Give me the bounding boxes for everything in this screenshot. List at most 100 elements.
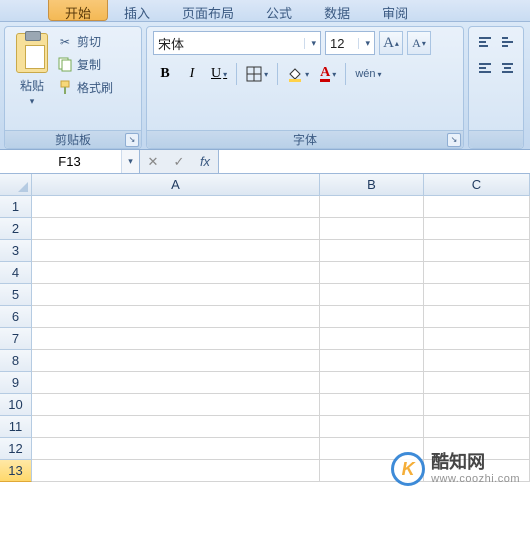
row-header[interactable]: 10 <box>0 394 32 416</box>
cell[interactable] <box>320 284 424 306</box>
border-button[interactable] <box>242 61 272 87</box>
cell[interactable] <box>320 372 424 394</box>
cell[interactable] <box>424 372 530 394</box>
tab-insert[interactable]: 插入 <box>108 0 166 21</box>
format-painter-button[interactable]: 格式刷 <box>57 79 113 96</box>
column-header[interactable]: A <box>32 174 320 196</box>
fx-button[interactable]: fx <box>192 154 218 169</box>
cell[interactable] <box>32 262 320 284</box>
cell[interactable] <box>32 460 320 482</box>
cell[interactable] <box>424 218 530 240</box>
cut-button[interactable]: ✂ 剪切 <box>57 33 113 50</box>
phonetic-button[interactable]: wén <box>351 61 385 87</box>
cell[interactable] <box>320 438 424 460</box>
row-header[interactable]: 2 <box>0 218 32 240</box>
group-alignment-label <box>469 130 523 148</box>
spreadsheet-grid: A B C 12345678910111213 <box>0 174 530 482</box>
shrink-font-button[interactable]: A▾ <box>407 31 431 55</box>
cell[interactable] <box>424 416 530 438</box>
font-color-icon: A <box>320 67 330 82</box>
row-header[interactable]: 13 <box>0 460 32 482</box>
underline-button[interactable]: U <box>207 61 231 87</box>
cell[interactable] <box>32 218 320 240</box>
cell[interactable] <box>32 196 320 218</box>
cut-label: 剪切 <box>77 33 101 50</box>
font-launcher-icon[interactable]: ↘ <box>447 133 461 147</box>
row-header[interactable]: 3 <box>0 240 32 262</box>
cell[interactable] <box>424 328 530 350</box>
row-header[interactable]: 7 <box>0 328 32 350</box>
row-header[interactable]: 9 <box>0 372 32 394</box>
tab-data[interactable]: 数据 <box>308 0 366 21</box>
chevron-down-icon[interactable]: ▾ <box>121 150 139 173</box>
cell[interactable] <box>32 416 320 438</box>
row-header[interactable]: 6 <box>0 306 32 328</box>
cell[interactable] <box>424 350 530 372</box>
cell[interactable] <box>424 460 530 482</box>
row-header[interactable]: 4 <box>0 262 32 284</box>
tab-formula[interactable]: 公式 <box>250 0 308 21</box>
row-header[interactable]: 12 <box>0 438 32 460</box>
cell[interactable] <box>424 306 530 328</box>
cell[interactable] <box>320 416 424 438</box>
cell[interactable] <box>320 196 424 218</box>
italic-button[interactable]: I <box>180 61 204 87</box>
cell[interactable] <box>320 350 424 372</box>
row-header[interactable]: 1 <box>0 196 32 218</box>
cell[interactable] <box>32 350 320 372</box>
align-middle-button[interactable] <box>498 31 518 53</box>
cell[interactable] <box>424 240 530 262</box>
chevron-down-icon[interactable]: ▾ <box>30 96 35 107</box>
cell[interactable] <box>32 240 320 262</box>
align-left-button[interactable] <box>475 57 495 79</box>
font-size-value: 12 <box>330 36 344 51</box>
chevron-down-icon: ▾ <box>358 38 370 49</box>
bucket-icon <box>287 66 303 82</box>
cell[interactable] <box>424 394 530 416</box>
cell[interactable] <box>320 460 424 482</box>
cell[interactable] <box>32 372 320 394</box>
grid-row: 4 <box>0 262 530 284</box>
name-box[interactable]: F13 ▾ <box>0 150 140 173</box>
font-name-select[interactable]: 宋体 ▾ <box>153 31 321 55</box>
clipboard-launcher-icon[interactable]: ↘ <box>125 133 139 147</box>
row-header[interactable]: 8 <box>0 350 32 372</box>
font-size-select[interactable]: 12 ▾ <box>325 31 375 55</box>
cell[interactable] <box>320 328 424 350</box>
align-top-button[interactable] <box>475 31 495 53</box>
cell[interactable] <box>320 262 424 284</box>
cell[interactable] <box>424 284 530 306</box>
cell[interactable] <box>424 438 530 460</box>
cell[interactable] <box>424 262 530 284</box>
fill-color-button[interactable] <box>283 61 313 87</box>
cell[interactable] <box>32 328 320 350</box>
paste-button[interactable]: 粘贴 ▾ <box>11 31 53 128</box>
row-header[interactable]: 11 <box>0 416 32 438</box>
cell[interactable] <box>424 196 530 218</box>
row-header[interactable]: 5 <box>0 284 32 306</box>
formula-input[interactable] <box>218 150 530 173</box>
column-header[interactable]: B <box>320 174 424 196</box>
cell[interactable] <box>320 306 424 328</box>
separator <box>345 63 346 85</box>
cell[interactable] <box>320 394 424 416</box>
tab-review[interactable]: 审阅 <box>366 0 424 21</box>
font-color-button[interactable]: A <box>316 61 340 87</box>
column-headers: A B C <box>0 174 530 196</box>
select-all-corner[interactable] <box>0 174 32 196</box>
copy-button[interactable]: 复制 <box>57 56 113 73</box>
grid-row: 12 <box>0 438 530 460</box>
bold-button[interactable]: B <box>153 61 177 87</box>
tab-home[interactable]: 开始 <box>48 0 108 21</box>
align-center-button[interactable] <box>498 57 518 79</box>
paste-label: 粘贴 <box>20 77 44 94</box>
cell[interactable] <box>32 284 320 306</box>
tab-layout[interactable]: 页面布局 <box>166 0 250 21</box>
column-header[interactable]: C <box>424 174 530 196</box>
cell[interactable] <box>32 306 320 328</box>
cell[interactable] <box>320 240 424 262</box>
grow-font-button[interactable]: A▴ <box>379 31 403 55</box>
cell[interactable] <box>32 394 320 416</box>
cell[interactable] <box>32 438 320 460</box>
cell[interactable] <box>320 218 424 240</box>
